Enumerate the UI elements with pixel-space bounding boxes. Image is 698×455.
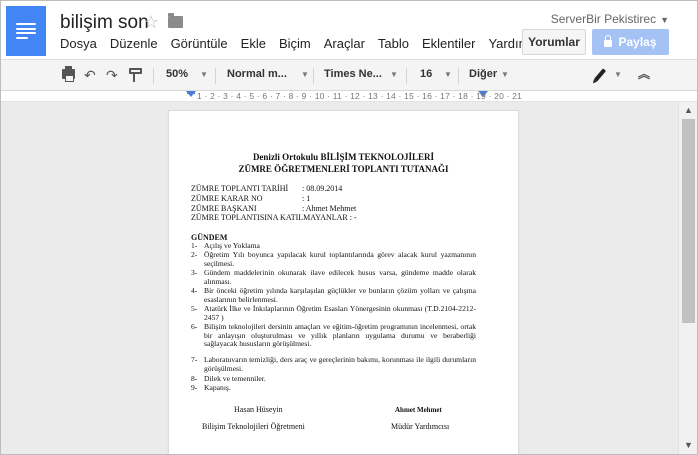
document-canvas: Denizli Ortokulu BİLİŞİM TEKNOLOJİLERİ Z… (1, 102, 678, 454)
agenda-item: 3- Gündem maddelerinin okunarak ilave edi… (191, 268, 476, 286)
docs-icon[interactable] (6, 6, 46, 56)
agenda-number: 6- (191, 322, 198, 331)
meta-label: ZÜMRE TOPLANTI TARİHİ (191, 184, 289, 193)
agenda-text: Bir önceki öğretim yılında karşılaşılan … (204, 286, 476, 304)
chevron-down-icon[interactable]: ▼ (200, 70, 208, 79)
account-switcher[interactable]: ServerBir Pekistirec ▼ (551, 12, 669, 26)
agenda-number: 3- (191, 268, 198, 277)
agenda-item: 2- Öğretim Yılı boyunca yapılacak kurul t… (191, 250, 476, 268)
agenda-item: 4- Bir önceki öğretim yılında karşılaşıla… (191, 286, 476, 304)
agenda-item: 9- Kapanış. (191, 383, 476, 393)
agenda-number: 7- (191, 355, 198, 364)
chevron-down-icon[interactable]: ▼ (301, 70, 309, 79)
collapse-icon[interactable]: ︽ (638, 66, 650, 82)
meta-value: : 1 (302, 194, 311, 203)
header: bilişim son ☆ Dosya Düzenle Görüntüle Ek… (1, 1, 697, 59)
left-indent-marker[interactable] (186, 91, 196, 97)
menu-addons[interactable]: Eklentiler (422, 36, 475, 51)
menu-file[interactable]: Dosya (60, 36, 97, 51)
signature-left-name: Hasan Hüseyin (234, 405, 283, 414)
meta-row-date: ZÜMRE TOPLANTI TARİHİ : 08.09.2014 (191, 184, 342, 193)
pen-icon[interactable] (593, 68, 607, 82)
star-icon[interactable]: ☆ (143, 13, 159, 31)
meta-value: : Ahmet Mehmet (302, 204, 357, 213)
agenda-text: Kapanış. (204, 383, 231, 392)
style-select[interactable]: Normal m... (227, 68, 287, 80)
toolbar: ↶ ↷ 50% ▼ Normal m... ▼ Times Ne... ▼ 16… (1, 59, 697, 91)
more-menu[interactable]: Diğer (469, 68, 497, 80)
signature-right-name: Ahmet Mehmet (395, 406, 442, 414)
agenda-number: 2- (191, 250, 198, 259)
chevron-down-icon[interactable]: ▼ (390, 70, 398, 79)
font-select[interactable]: Times Ne... (324, 68, 382, 80)
meta-label: ZÜMRE KARAR NO (191, 194, 263, 203)
scroll-down-icon[interactable]: ▼ (684, 440, 693, 450)
docs-window: bilişim son ☆ Dosya Düzenle Görüntüle Ek… (0, 0, 698, 455)
ruler: 1 · 2 · 3 · 4 · 5 · 6 · 7 · 8 · 9 · 10 ·… (1, 91, 697, 102)
menu-insert[interactable]: Ekle (241, 36, 266, 51)
meta-row-decision: ZÜMRE KARAR NO : 1 (191, 194, 310, 203)
share-button[interactable]: Paylaş (592, 29, 669, 55)
agenda-text: Laboratuvarın temizliği, ders araç ve ge… (204, 355, 476, 373)
agenda-item: 7- Laboratuvarın temizliği, ders araç ve … (191, 355, 476, 373)
meta-row-chair: ZÜMRE BAŞKANI : Ahmet Mehmet (191, 204, 356, 213)
agenda-text: Öğretim Yılı boyunca yapılacak kurul top… (204, 250, 476, 268)
lock-icon (604, 34, 613, 47)
agenda-text: Gündem maddelerinin okunarak ilave edile… (204, 268, 476, 286)
meta-label: ZÜMRE BAŞKANI (191, 204, 257, 213)
menu-tools[interactable]: Araçlar (324, 36, 365, 51)
chevron-down-icon[interactable]: ▼ (501, 70, 509, 79)
chevron-down-icon[interactable]: ▼ (444, 70, 452, 79)
font-size-select[interactable]: 16 (420, 68, 432, 80)
menu-table[interactable]: Tablo (378, 36, 409, 51)
redo-icon[interactable]: ↷ (106, 67, 118, 83)
agenda-item: 8- Dilek ve temenniler. (191, 374, 476, 384)
agenda-text: Bilişim teknolojileri dersinin amaçları … (204, 322, 476, 348)
agenda-number: 4- (191, 286, 198, 295)
signature-left-title: Bilişim Teknolojileri Öğretmeni (202, 422, 305, 431)
document-heading-1: Denizli Ortokulu BİLİŞİM TEKNOLOJİLERİ (252, 152, 435, 162)
docs-lines-icon (16, 21, 36, 41)
undo-icon[interactable]: ↶ (84, 67, 96, 83)
document-title[interactable]: bilişim son (60, 12, 149, 34)
account-name: ServerBir Pekistirec (550, 12, 657, 26)
menu-edit[interactable]: Düzenle (110, 36, 158, 51)
agenda-item: 6- Bilişim teknolojileri dersinin amaçlar… (191, 322, 476, 349)
meta-row-absent: ZÜMRE TOPLANTISINA KATILMAYANLAR : - (191, 213, 357, 222)
document-page[interactable]: Denizli Ortokulu BİLİŞİM TEKNOLOJİLERİ Z… (169, 111, 518, 454)
agenda-item: 5- Atatürk İlke ve İnkılaplarının Öğretim… (191, 304, 476, 322)
chevron-down-icon: ▼ (660, 15, 669, 25)
menu-bar: Dosya Düzenle Görüntüle Ekle Biçim Araçl… (60, 36, 564, 51)
agenda-text: Atatürk İlke ve İnkılaplarının Öğretim E… (204, 304, 476, 322)
scroll-up-icon[interactable]: ▲ (684, 105, 693, 115)
share-label: Paylaş (618, 35, 657, 49)
paint-format-icon[interactable] (129, 68, 142, 82)
agenda-text: Dilek ve temenniler. (204, 374, 266, 383)
agenda-number: 9- (191, 383, 198, 392)
folder-icon[interactable] (168, 13, 183, 28)
print-icon[interactable] (62, 66, 75, 82)
chevron-down-icon[interactable]: ▼ (614, 70, 622, 79)
zoom-select[interactable]: 50% (166, 68, 188, 80)
meta-value: : 08.09.2014 (302, 184, 343, 193)
document-heading-2: ZÜMRE ÖĞRETMENLERİ TOPLANTI TUTANAĞI (238, 164, 449, 174)
ruler-scale: 1 · 2 · 3 · 4 · 5 · 6 · 7 · 8 · 9 · 10 ·… (197, 91, 523, 101)
comments-button[interactable]: Yorumlar (522, 29, 586, 55)
agenda-number: 5- (191, 304, 198, 313)
menu-view[interactable]: Görüntüle (171, 36, 228, 51)
vertical-scrollbar[interactable]: ▲ ▼ (678, 102, 697, 454)
menu-format[interactable]: Biçim (279, 36, 311, 51)
scrollbar-thumb[interactable] (682, 119, 695, 323)
signature-right-title: Müdür Yardımcısı (391, 422, 450, 431)
